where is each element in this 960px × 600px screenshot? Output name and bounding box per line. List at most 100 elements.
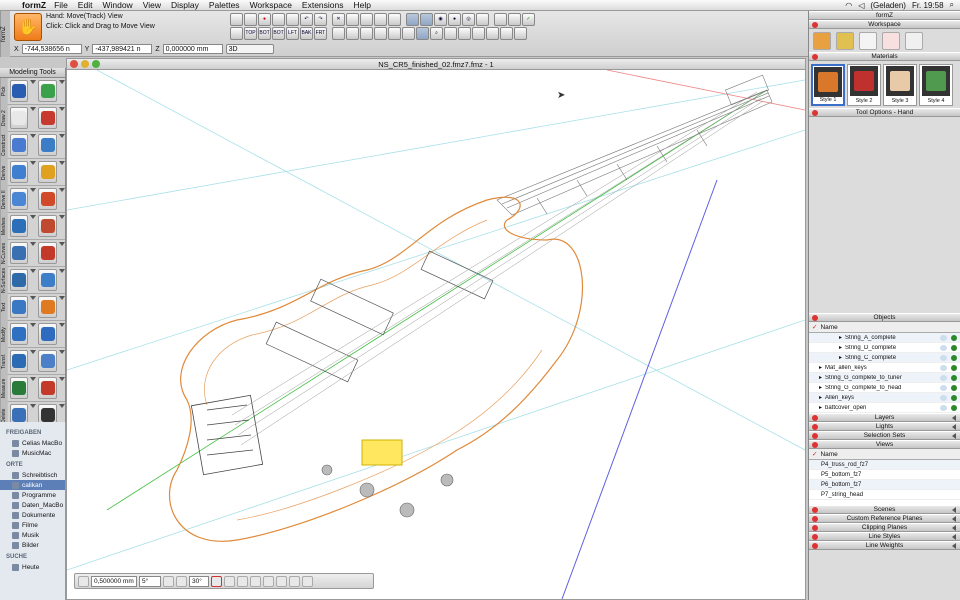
tool-menu-triangle-icon[interactable] bbox=[59, 377, 66, 381]
object-row[interactable]: ▸ battcover_open bbox=[809, 403, 960, 413]
clock[interactable]: Fr. 19:58 bbox=[912, 1, 944, 10]
wifi-icon[interactable]: ◠ bbox=[845, 1, 852, 10]
expand-triangle-icon[interactable] bbox=[952, 424, 956, 430]
status-dot-icon[interactable] bbox=[951, 394, 957, 401]
view-left-button[interactable]: LFT bbox=[286, 27, 299, 40]
z-field[interactable]: 0,000000 mm bbox=[162, 44, 223, 54]
tool-menu-triangle-icon[interactable] bbox=[59, 134, 66, 138]
finder-item[interactable]: Musik bbox=[0, 530, 65, 540]
snap-face-icon[interactable] bbox=[302, 575, 313, 587]
visibility-eye-icon[interactable] bbox=[940, 354, 947, 361]
status-dot-icon[interactable] bbox=[951, 384, 957, 391]
snap-intersect-icon[interactable] bbox=[289, 575, 300, 587]
finder-item[interactable]: Celias MacBo bbox=[0, 438, 65, 448]
tool-button[interactable] bbox=[9, 161, 29, 183]
tool-menu-triangle-icon[interactable] bbox=[59, 107, 66, 111]
spotlight-icon[interactable]: ⌕ bbox=[950, 0, 954, 10]
object-row[interactable]: ▸ String_D_complete bbox=[809, 343, 960, 353]
tool-menu-triangle-icon[interactable] bbox=[59, 161, 66, 165]
tool-button[interactable] bbox=[38, 188, 58, 210]
status-dot-icon[interactable] bbox=[951, 404, 957, 411]
status-dot-icon[interactable] bbox=[951, 364, 957, 371]
document-icon[interactable] bbox=[905, 31, 923, 50]
tool-button[interactable] bbox=[9, 323, 29, 345]
tool-menu-triangle-icon[interactable] bbox=[30, 161, 37, 165]
close-icon[interactable] bbox=[812, 22, 818, 28]
tool-menu-triangle-icon[interactable] bbox=[59, 269, 66, 273]
pencil-icon[interactable] bbox=[494, 13, 507, 26]
texture-icon[interactable] bbox=[476, 13, 489, 26]
collapsed-palette-header[interactable]: Clipping Planes bbox=[809, 523, 960, 532]
redo-icon[interactable]: ↷ bbox=[314, 13, 327, 26]
eye-icon[interactable] bbox=[388, 27, 401, 40]
check-icon[interactable]: ✓ bbox=[812, 450, 817, 458]
disclosure-triangle-icon[interactable]: ▸ bbox=[809, 354, 845, 361]
view-bottom-button[interactable]: BOT bbox=[258, 27, 271, 40]
expand-triangle-icon[interactable] bbox=[952, 516, 956, 522]
model-viewport[interactable]: ➤ bbox=[67, 70, 805, 599]
status-dot-icon[interactable] bbox=[951, 374, 957, 381]
menu-edit[interactable]: Edit bbox=[78, 0, 93, 10]
minimize-window-icon[interactable] bbox=[81, 60, 89, 68]
view-back-button[interactable]: BAK bbox=[300, 27, 313, 40]
close-window-icon[interactable] bbox=[70, 60, 78, 68]
disclosure-triangle-icon[interactable]: ▸ bbox=[809, 344, 845, 351]
view-row[interactable]: P5_bottom_fz7 bbox=[809, 470, 960, 480]
collapsed-palette-header[interactable]: Line Styles bbox=[809, 532, 960, 541]
menu-display[interactable]: Display bbox=[171, 0, 199, 10]
hand-view-icon[interactable] bbox=[416, 27, 429, 40]
tool-button[interactable] bbox=[9, 215, 29, 237]
tool-menu-triangle-icon[interactable] bbox=[59, 215, 66, 219]
close-icon[interactable] bbox=[812, 543, 818, 549]
tool-menu-triangle-icon[interactable] bbox=[59, 404, 66, 408]
tool-button[interactable] bbox=[9, 296, 29, 318]
tool-button[interactable] bbox=[9, 269, 29, 291]
menu-file[interactable]: File bbox=[54, 0, 68, 10]
wrench-icon[interactable] bbox=[836, 31, 854, 50]
object-row[interactable]: ▸ String_G_complete_to_tuner bbox=[809, 373, 960, 383]
material-swatch[interactable]: Style 2 bbox=[847, 64, 881, 106]
snap-center-icon[interactable] bbox=[250, 575, 261, 587]
expand-triangle-icon[interactable] bbox=[952, 525, 956, 531]
collapsed-palette-header[interactable]: Line Weights bbox=[809, 541, 960, 550]
tool-button[interactable] bbox=[9, 350, 29, 372]
tool-menu-triangle-icon[interactable] bbox=[30, 296, 37, 300]
status-dot-icon[interactable] bbox=[951, 334, 957, 341]
axis-icon[interactable] bbox=[332, 27, 345, 40]
tool-menu-triangle-icon[interactable] bbox=[59, 296, 66, 300]
views-header[interactable]: Views bbox=[809, 440, 960, 449]
view-bottom-2-button[interactable]: BOT bbox=[272, 27, 285, 40]
zoom-all-icon[interactable] bbox=[458, 27, 471, 40]
visibility-eye-icon[interactable] bbox=[940, 364, 947, 371]
finder-item[interactable]: MusicMac bbox=[0, 448, 65, 458]
document-titlebar[interactable]: NS_CR5_finished_02.fmz7.fmz - 1 bbox=[67, 59, 805, 70]
tool-button[interactable] bbox=[38, 269, 58, 291]
tool-button[interactable] bbox=[38, 215, 58, 237]
menu-workspace[interactable]: Workspace bbox=[250, 0, 292, 10]
print-icon[interactable] bbox=[286, 13, 299, 26]
expand-triangle-icon[interactable] bbox=[952, 534, 956, 540]
object-row[interactable]: ▸ String_G_complete_to_head bbox=[809, 383, 960, 393]
move-icon[interactable] bbox=[346, 27, 359, 40]
collapsed-palette-header[interactable]: Lights bbox=[809, 422, 960, 431]
tool-menu-triangle-icon[interactable] bbox=[30, 188, 37, 192]
tool-button[interactable] bbox=[9, 107, 29, 129]
visibility-eye-icon[interactable] bbox=[940, 334, 947, 341]
battery-status[interactable]: (Geladen) bbox=[870, 1, 906, 10]
sphere-icon[interactable]: ● bbox=[448, 13, 461, 26]
y-field[interactable]: -437,989421 n bbox=[92, 44, 153, 54]
close-icon[interactable] bbox=[812, 433, 818, 439]
tool-menu-triangle-icon[interactable] bbox=[30, 242, 37, 246]
close-icon[interactable] bbox=[812, 315, 818, 321]
objects-header[interactable]: Objects bbox=[809, 313, 960, 322]
visibility-eye-icon[interactable] bbox=[940, 404, 947, 411]
view-row[interactable]: P4_truss_rod_fz7 bbox=[809, 460, 960, 470]
close-icon[interactable] bbox=[812, 424, 818, 430]
material-swatch[interactable]: Style 1 bbox=[811, 64, 845, 106]
angle2-field[interactable]: 30° bbox=[189, 575, 209, 587]
status-dot-icon[interactable] bbox=[951, 354, 957, 361]
check-icon[interactable]: ✓ bbox=[522, 13, 535, 26]
snap-normal-icon[interactable] bbox=[263, 575, 274, 587]
expand-triangle-icon[interactable] bbox=[952, 543, 956, 549]
tool-menu-triangle-icon[interactable] bbox=[30, 215, 37, 219]
